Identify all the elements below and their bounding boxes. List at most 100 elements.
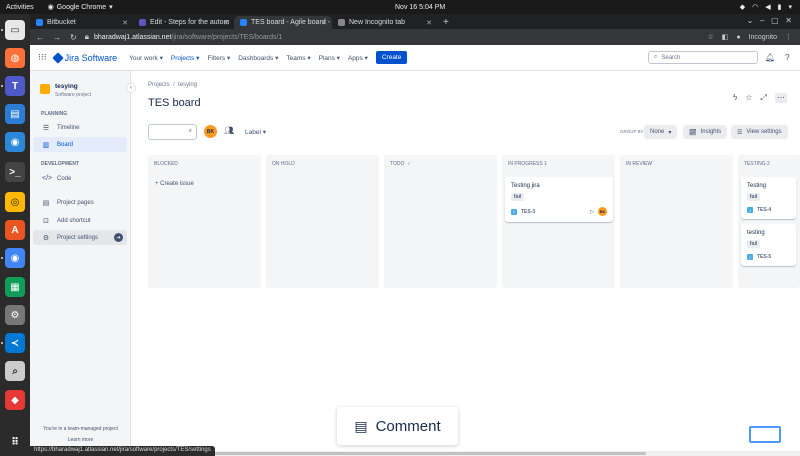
tab-confluence-edit[interactable]: Edit - Steps for the autom ✕ <box>133 16 234 29</box>
sidebar-item-project-pages[interactable]: ▤ Project pages <box>33 195 127 210</box>
label-filter-button[interactable]: Label ▾ <box>245 128 266 136</box>
lock-icon[interactable]: 🔒︎ <box>85 32 89 42</box>
assignee-avatar[interactable]: BK <box>598 207 607 216</box>
teams-icon[interactable]: T <box>5 76 25 96</box>
create-issue-button[interactable]: + Create issue <box>155 181 194 187</box>
tab-title: Edit - Steps for the autom <box>150 19 230 26</box>
learn-more-link[interactable]: Learn more <box>30 437 131 443</box>
avatar[interactable]: BK <box>204 125 217 138</box>
column-header: IN REVIEW <box>626 161 653 167</box>
help-icon[interactable]: ? <box>785 53 789 62</box>
issue-title: testing <box>747 230 765 236</box>
forward-icon[interactable]: → <box>53 33 61 42</box>
add-people-icon[interactable]: 👥︎ <box>224 126 234 135</box>
chart-icon: 📈︎ <box>689 129 697 136</box>
close-icon[interactable]: ✕ <box>223 19 229 27</box>
browser-toolbar: ← → ↻ 🔒︎ bharadwaj1.atlassian.net/jira/s… <box>30 29 800 45</box>
view-settings-button[interactable]: ☰ View settings <box>731 125 788 139</box>
menu-teams[interactable]: Teams ▾ <box>286 54 310 62</box>
chevron-down-icon: ▾ <box>668 129 672 136</box>
activities-button[interactable]: Activities <box>6 4 34 11</box>
thunderbird-icon[interactable]: ◉ <box>5 132 25 152</box>
issue-key[interactable]: TES-4 <box>757 207 771 213</box>
back-icon[interactable]: ← <box>36 33 44 42</box>
app-switcher-icon[interactable]: ⁝⁝⁝ <box>38 52 47 63</box>
kebab-menu-icon[interactable]: ⋮ <box>785 33 792 41</box>
issue-card[interactable]: testing fail ✓ TES-5 <box>741 224 796 266</box>
firefox-icon[interactable]: ◍ <box>5 48 25 68</box>
notifications-icon[interactable]: 🔔︎ <box>765 53 775 62</box>
chrome-dock-icon[interactable]: ◉ <box>5 248 25 268</box>
menu-plans[interactable]: Plans ▾ <box>319 54 340 62</box>
issue-key[interactable]: TES-3 <box>521 209 535 215</box>
document-icon[interactable]: ▤ <box>5 104 25 124</box>
tab-title: New Incognito tab <box>349 19 406 26</box>
menu-apps[interactable]: Apps ▾ <box>348 54 368 62</box>
system-tray[interactable]: ◆ ◠ ◀ ▮ ▾ <box>740 3 792 11</box>
menu-dashboards[interactable]: Dashboards ▾ <box>238 54 278 62</box>
menu-projects[interactable]: Projects ▾ <box>171 54 200 62</box>
close-icon[interactable]: ✕ <box>426 19 432 27</box>
terminal-icon[interactable]: >_ <box>5 162 25 182</box>
project-name: tesying <box>55 83 78 90</box>
sidebar-item-code[interactable]: </> Code <box>33 171 127 186</box>
sidepanel-icon[interactable]: ◧ <box>722 33 729 41</box>
issue-key[interactable]: TES-5 <box>757 254 771 260</box>
screenshot-icon[interactable]: ⌕ <box>5 361 25 381</box>
collapse-sidebar-button[interactable]: ‹ <box>126 83 136 93</box>
sidebar-item-add-shortcut[interactable]: ⊡ Add shortcut <box>33 213 127 228</box>
running-indicator <box>1 257 3 259</box>
tab-bitbucket[interactable]: Bitbucket ✕ <box>30 16 133 29</box>
bookmark-star-icon[interactable]: ☆ <box>707 33 713 41</box>
issue-card[interactable]: Testing fail ✓ TES-4 <box>741 177 796 219</box>
show-apps-icon[interactable]: ⠿ <box>5 432 25 452</box>
issue-label: fail <box>511 193 525 201</box>
comment-button[interactable]: ▤ Comment <box>337 407 458 445</box>
play-icon[interactable]: ▷ <box>590 209 594 215</box>
incognito-icon[interactable]: ● <box>736 34 740 41</box>
spreadsheet-icon[interactable]: ▦ <box>5 277 25 297</box>
reload-icon[interactable]: ↻ <box>70 33 77 42</box>
lightning-icon[interactable]: ϟ <box>733 93 737 103</box>
menu-your-work[interactable]: Your work ▾ <box>129 54 163 62</box>
anydesk-icon[interactable]: ◆ <box>5 390 25 410</box>
create-button[interactable]: Create <box>375 51 408 64</box>
jira-logo[interactable]: Jira Software <box>51 51 117 64</box>
new-tab-button[interactable]: + <box>443 17 449 28</box>
search-icon: ⌕ <box>654 54 658 60</box>
search-input[interactable]: ⌕ Search <box>648 51 758 64</box>
star-icon[interactable]: ☆ <box>745 93 752 103</box>
system-clock[interactable]: Nov 16 5:04 PM <box>395 4 445 11</box>
expand-icon[interactable]: ⤢ <box>760 93 766 103</box>
project-header[interactable]: tesying Software project <box>40 83 91 98</box>
feedback-widget[interactable] <box>749 426 781 443</box>
menu-filters[interactable]: Filters ▾ <box>207 54 230 62</box>
files-icon[interactable]: ▭ <box>5 20 25 40</box>
sidebar-item-project-settings[interactable]: ⚙ Project settings ➜ <box>33 230 127 245</box>
comment-label: Comment <box>375 417 441 435</box>
breadcrumb-projects[interactable]: Projects <box>148 82 170 88</box>
tab-tes-board[interactable]: TES board - Agile board - ✕ <box>234 16 332 29</box>
section-planning: PLANNING <box>41 111 68 117</box>
close-icon[interactable]: ✕ <box>321 19 327 27</box>
insights-button[interactable]: 📈︎ Insights <box>683 125 728 139</box>
network-icon: ◆ <box>739 4 746 11</box>
software-center-icon[interactable]: A <box>5 220 25 240</box>
window-controls[interactable]: ⌄ – ▢ ✕ <box>747 16 792 25</box>
tab-new-incognito[interactable]: New Incognito tab ✕ <box>332 16 437 29</box>
sidebar-item-board[interactable]: ▥ Board <box>33 137 127 152</box>
bitbucket-icon <box>36 19 43 26</box>
rhythmbox-icon[interactable]: ◎ <box>5 192 25 212</box>
group-by-select[interactable]: None ▾ <box>644 125 678 139</box>
close-icon[interactable]: ✕ <box>122 19 128 27</box>
sidebar-item-timeline[interactable]: ☰ Timeline <box>33 120 127 135</box>
address-bar[interactable]: bharadwaj1.atlassian.net/jira/software/p… <box>94 34 282 41</box>
issue-card[interactable]: Testing jira fail ✓ TES-3 ▷ BK <box>505 177 613 222</box>
board-scrollbar[interactable] <box>131 451 800 456</box>
breadcrumb-project[interactable]: tesying <box>178 82 197 88</box>
app-menu[interactable]: ◉ Google Chrome ▾ <box>48 3 113 12</box>
more-options-icon[interactable]: ⋯ <box>774 93 787 103</box>
settings-icon[interactable]: ⚙ <box>5 305 25 325</box>
vscode-icon[interactable]: ≺ <box>5 333 25 353</box>
board-search-input[interactable]: ⌕ <box>148 124 197 140</box>
